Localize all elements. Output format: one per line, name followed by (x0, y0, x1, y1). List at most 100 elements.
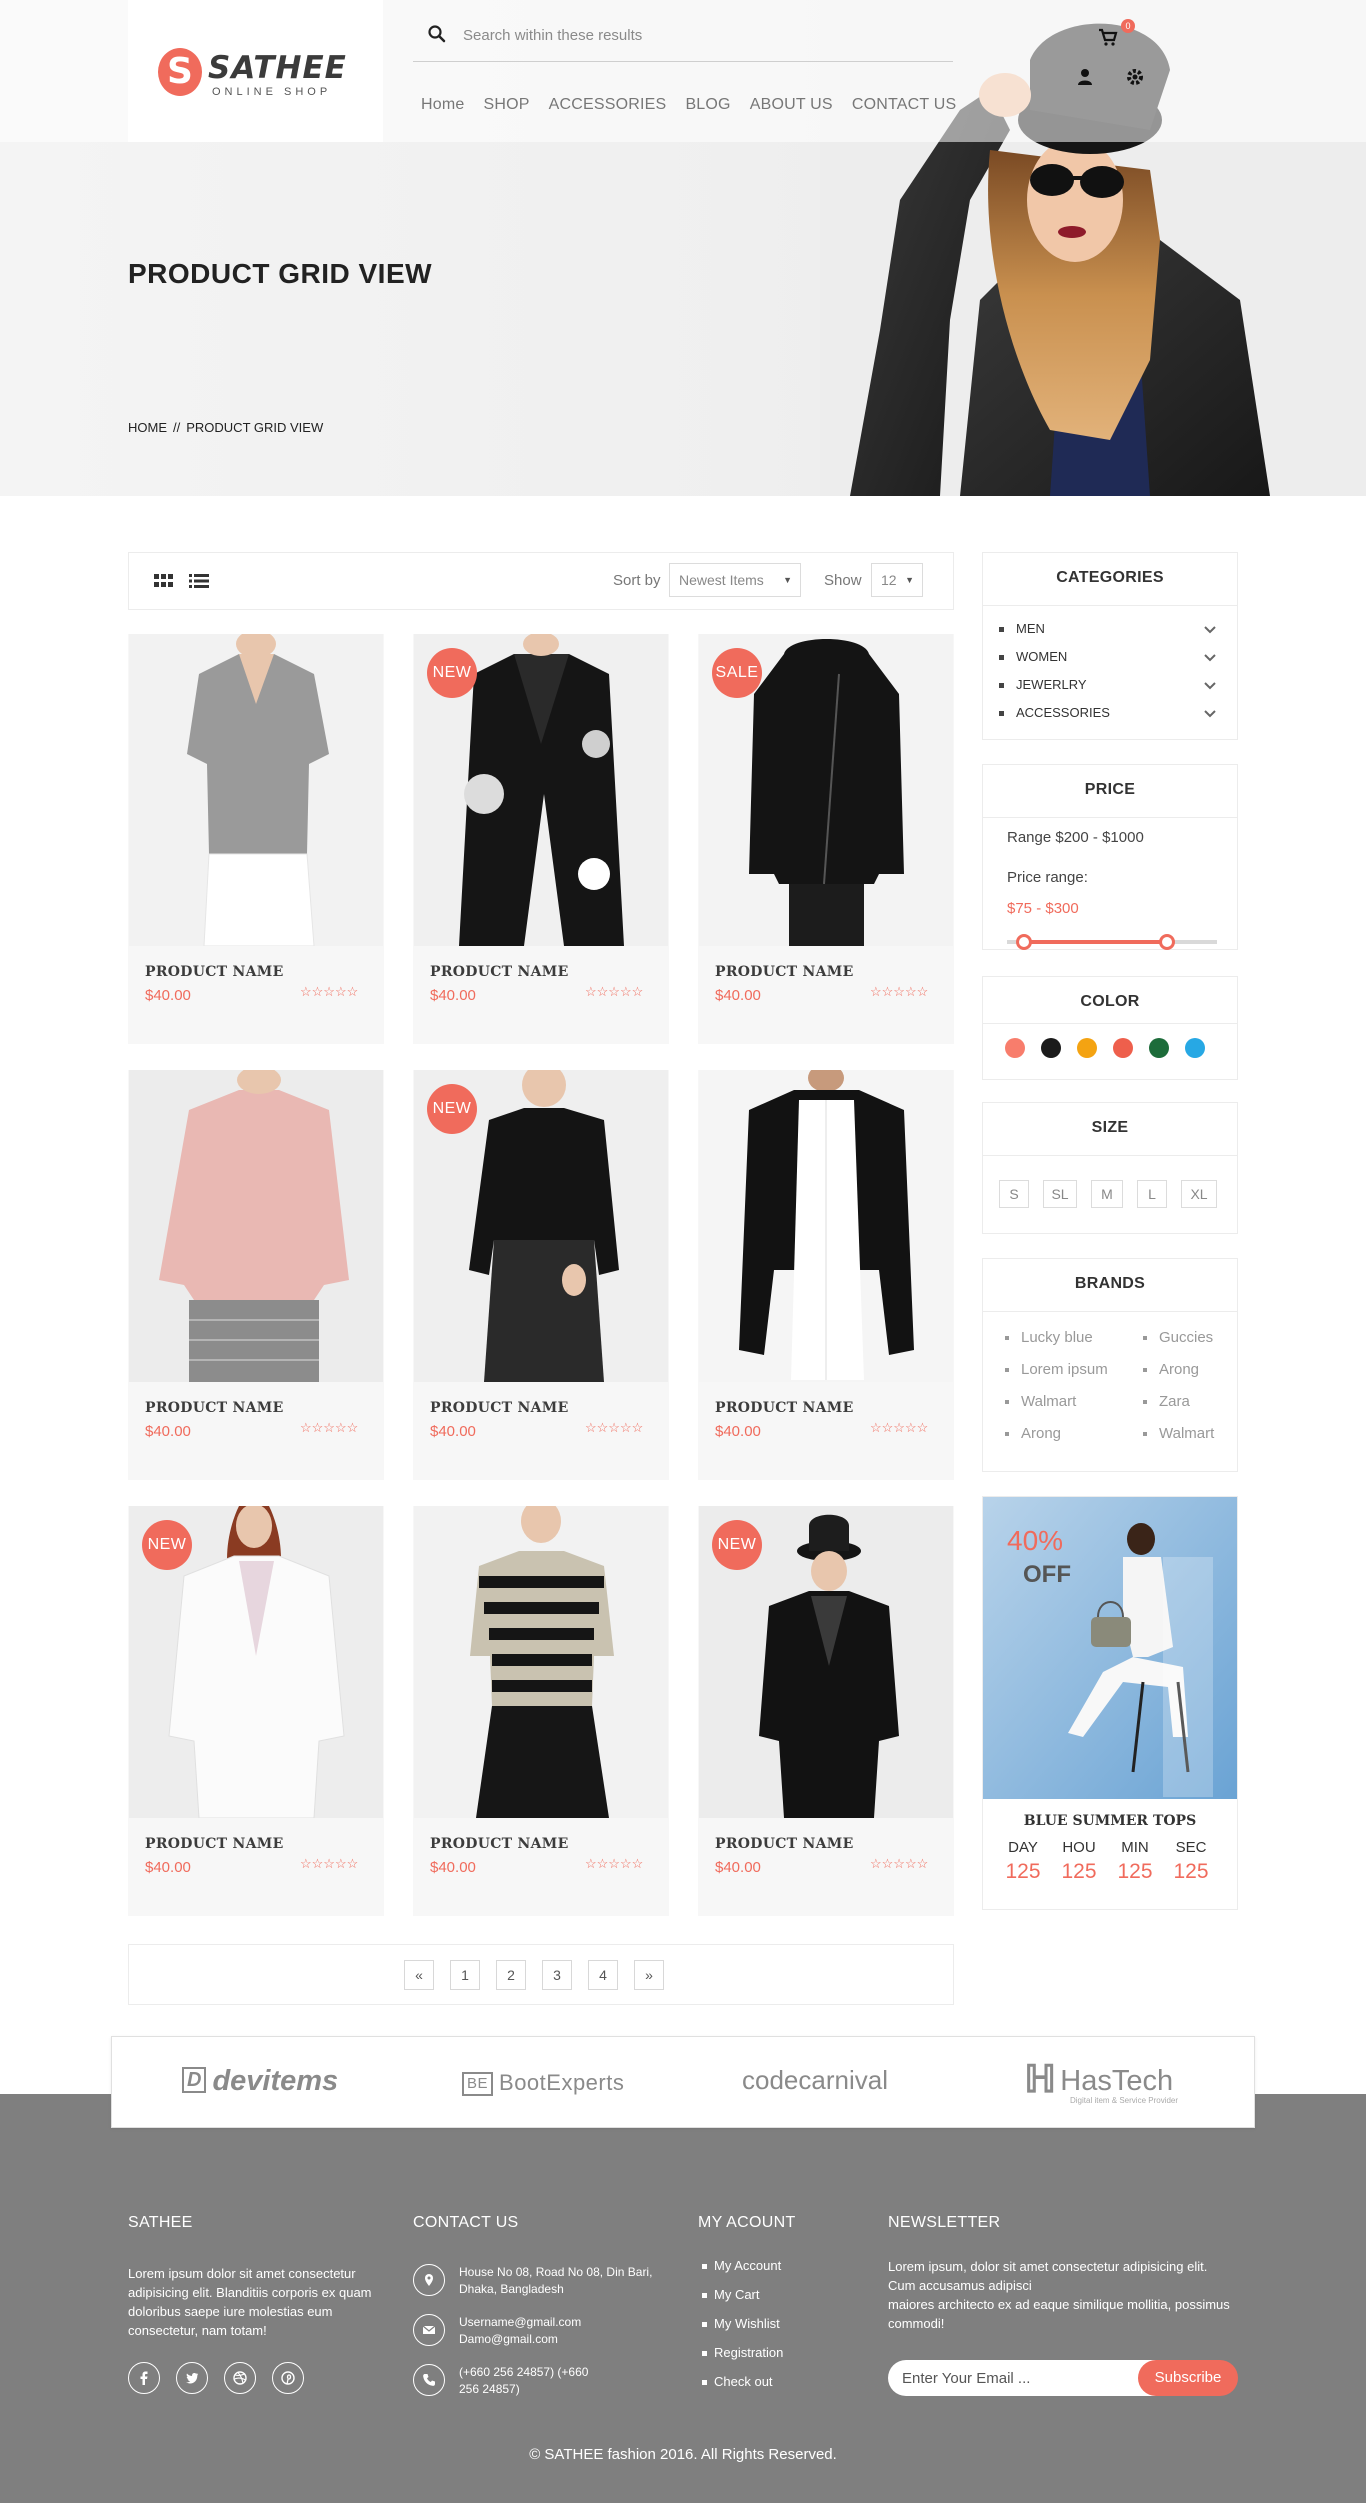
promo-banner[interactable]: 40% OFF BLUE SUMMER TOPS DAY 125 HOU 125… (982, 1496, 1238, 1910)
chevron-down-icon[interactable] (1203, 623, 1217, 637)
color-swatch-orange[interactable] (1077, 1038, 1097, 1058)
page-next-button[interactable]: » (634, 1960, 664, 1990)
nav-home[interactable]: Home (421, 96, 464, 114)
footer-link-my-cart[interactable]: My Cart (702, 2287, 760, 2302)
product-card[interactable]: NEW PRODUCT NAME $40.00 ☆☆☆☆☆ (413, 1070, 669, 1480)
newsletter-email-input[interactable] (888, 2360, 1158, 2396)
footer-emails[interactable]: Username@gmail.com Damo@gmail.com (459, 2314, 609, 2348)
show-select[interactable]: 12 ▼ (871, 563, 923, 597)
brand-link[interactable]: Lucky blue (1005, 1329, 1093, 1346)
product-card[interactable]: PRODUCT NAME $40.00 ☆☆☆☆☆ (698, 1070, 954, 1480)
chevron-down-icon[interactable] (1203, 679, 1217, 693)
color-swatch-salmon[interactable] (1005, 1038, 1025, 1058)
nav-accessories[interactable]: ACCESSORIES (549, 96, 667, 114)
product-card[interactable]: NEW PRODUCT NAME $40.00 ☆☆☆☆☆ (413, 634, 669, 1044)
product-name[interactable]: PRODUCT NAME (715, 1400, 854, 1416)
twitter-icon (186, 2372, 199, 2384)
category-women[interactable]: WOMEN (999, 649, 1067, 664)
product-name[interactable]: PRODUCT NAME (430, 964, 569, 980)
list-view-icon[interactable] (187, 569, 211, 593)
footer-link-registration[interactable]: Registration (701, 2345, 783, 2360)
size-option-xl[interactable]: XL (1181, 1180, 1217, 1208)
sort-select[interactable]: Newest Items ▼ (669, 563, 801, 597)
page-prev-button[interactable]: « (404, 1960, 434, 1990)
dribbble-link[interactable] (224, 2362, 256, 2394)
pinterest-link[interactable] (272, 2362, 304, 2394)
twitter-link[interactable] (176, 2362, 208, 2394)
category-men[interactable]: MEN (999, 621, 1045, 636)
product-name[interactable]: PRODUCT NAME (145, 1400, 284, 1416)
codecarnival-logo[interactable]: codecarnival (742, 2065, 888, 2096)
dribbble-icon (233, 2371, 247, 2385)
brand-link[interactable]: Guccies (1142, 1329, 1213, 1346)
facebook-link[interactable] (128, 2362, 160, 2394)
brand-link[interactable]: Walmart (1004, 1393, 1076, 1410)
size-option-s[interactable]: S (999, 1180, 1029, 1208)
hastech-logo[interactable]: ℍ HasTech Digital item & Service Provider (1024, 2057, 1178, 2105)
cart-icon[interactable] (1097, 26, 1119, 48)
product-card[interactable]: NEW PRODUCT NAME $40.00 ☆☆☆☆☆ (128, 1506, 384, 1916)
devitems-logo[interactable]: Ddevitems (182, 2065, 338, 2098)
page-button-2[interactable]: 2 (496, 1960, 526, 1990)
page-button-4[interactable]: 4 (588, 1960, 618, 1990)
star-rating: ☆☆☆☆☆ (870, 984, 929, 999)
footer-link-my-wishlist[interactable]: My Wishlist (702, 2316, 780, 2331)
logo[interactable]: S SATHEE ONLINE SHOP (128, 0, 383, 142)
product-name[interactable]: PRODUCT NAME (145, 1836, 284, 1852)
footer-link-my-account[interactable]: My Account (701, 2258, 781, 2273)
category-jewelry[interactable]: JEWERLRY (999, 677, 1087, 692)
product-name[interactable]: PRODUCT NAME (715, 964, 854, 980)
nav-shop[interactable]: SHOP (483, 96, 529, 114)
bootexperts-logo[interactable]: BE BootExperts (462, 2070, 624, 2096)
color-swatch-red[interactable] (1113, 1038, 1133, 1058)
product-card[interactable]: SALE PRODUCT NAME $40.00 ☆☆☆☆☆ (698, 634, 954, 1044)
product-name[interactable]: PRODUCT NAME (145, 964, 284, 980)
page-button-3[interactable]: 3 (542, 1960, 572, 1990)
newsletter-text-line: maiores architecto ex ad eaque similique… (888, 2297, 1230, 2331)
product-name[interactable]: PRODUCT NAME (430, 1400, 569, 1416)
size-option-sl[interactable]: SL (1043, 1180, 1077, 1208)
promo-image[interactable]: 40% OFF (983, 1497, 1237, 1799)
grid-view-icon[interactable] (151, 569, 175, 593)
brand-link[interactable]: Lorem ipsum (1005, 1361, 1108, 1378)
category-accessories[interactable]: ACCESSORIES (999, 705, 1110, 720)
breadcrumb-home[interactable]: HOME (128, 420, 167, 435)
product-card[interactable]: PRODUCT NAME $40.00 ☆☆☆☆☆ (413, 1506, 669, 1916)
page-button-1[interactable]: 1 (450, 1960, 480, 1990)
brand-link[interactable]: Zara (1143, 1393, 1190, 1410)
product-image[interactable] (129, 1070, 383, 1382)
search-input[interactable] (463, 22, 933, 48)
product-card[interactable]: PRODUCT NAME $40.00 ☆☆☆☆☆ (128, 634, 384, 1044)
color-swatch-green[interactable] (1149, 1038, 1169, 1058)
brand-link[interactable]: Walmart (1142, 1425, 1214, 1442)
footer-link-checkout[interactable]: Check out (702, 2374, 773, 2389)
subscribe-button[interactable]: Subscribe (1138, 2360, 1238, 2396)
color-swatch-black[interactable] (1041, 1038, 1061, 1058)
size-option-m[interactable]: M (1091, 1180, 1123, 1208)
price-slider[interactable] (1007, 934, 1217, 950)
brand-link[interactable]: Arong (1142, 1361, 1199, 1378)
chevron-down-icon[interactable] (1203, 707, 1217, 721)
color-swatch-blue[interactable] (1185, 1038, 1205, 1058)
product-name[interactable]: PRODUCT NAME (430, 1836, 569, 1852)
brand-link[interactable]: Arong (1004, 1425, 1061, 1442)
size-option-l[interactable]: L (1137, 1180, 1167, 1208)
chevron-down-icon[interactable] (1203, 651, 1217, 665)
product-image[interactable] (129, 634, 383, 946)
price-slider-min-handle[interactable] (1015, 934, 1032, 950)
product-card[interactable]: PRODUCT NAME $40.00 ☆☆☆☆☆ (128, 1070, 384, 1480)
product-name[interactable]: PRODUCT NAME (715, 1836, 854, 1852)
widget-divider (983, 1155, 1237, 1156)
user-icon[interactable] (1074, 66, 1096, 88)
price-slider-max-handle[interactable] (1158, 934, 1175, 950)
product-image[interactable] (699, 1070, 953, 1382)
nav-blog[interactable]: BLOG (685, 96, 730, 114)
nav-contact-us[interactable]: CONTACT US (852, 96, 957, 114)
product-image[interactable] (414, 1506, 668, 1818)
nav-about-us[interactable]: ABOUT US (750, 96, 833, 114)
breadcrumb-current: PRODUCT GRID VIEW (186, 420, 324, 435)
search-icon[interactable] (427, 24, 447, 44)
product-card[interactable]: NEW PRODUCT NAME $40.00 ☆☆☆☆☆ (698, 1506, 954, 1916)
settings-gear-icon[interactable] (1124, 66, 1146, 88)
price-slider-fill (1023, 940, 1167, 944)
